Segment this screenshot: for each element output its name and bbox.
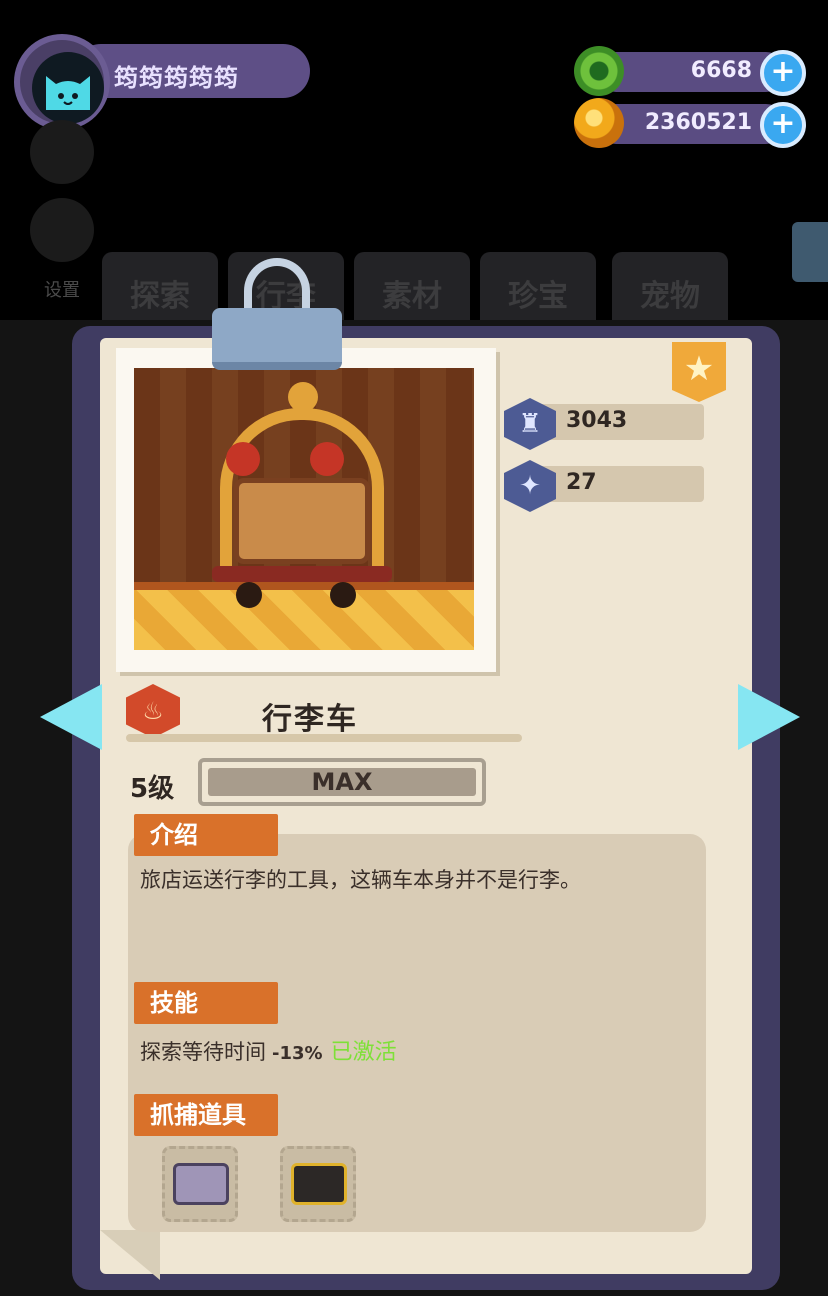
skill-text: 探索等待时间 xyxy=(140,1040,266,1064)
name-underline xyxy=(126,734,522,742)
intro-text: 旅店运送行李的工具，这辆车本身并不是行李。 xyxy=(140,868,581,892)
add-gold-button[interactable]: + xyxy=(760,102,806,148)
level-label: 5级 xyxy=(130,774,175,804)
cat-avatar-icon xyxy=(32,52,104,124)
suitcase-creature xyxy=(234,478,370,564)
intro-heading: 介绍 xyxy=(134,814,278,856)
skill-line: 探索等待时间 -13% 已激活 xyxy=(140,1034,397,1066)
avatar[interactable] xyxy=(14,34,110,130)
cart-wheel xyxy=(236,582,262,608)
gem-amount: 6668 xyxy=(690,58,752,83)
purple-box-icon xyxy=(173,1163,229,1205)
hotel-floor xyxy=(134,582,474,650)
player-profile[interactable]: 筠筠筠筠筠 xyxy=(14,34,310,130)
settings-label: 设置 xyxy=(44,280,80,301)
gem-currency: 6668 + xyxy=(574,46,806,96)
right-hand xyxy=(310,442,344,476)
skill-status: 已激活 xyxy=(330,1040,397,1065)
side-clip-icon[interactable] xyxy=(792,222,828,282)
gold-amount: 2360521 xyxy=(644,110,752,135)
add-gems-button[interactable]: + xyxy=(760,50,806,96)
green-donut-gem-icon xyxy=(574,46,624,96)
paper-clip-icon xyxy=(212,258,342,374)
capture-tool-slot[interactable] xyxy=(280,1146,356,1222)
cart-base xyxy=(212,566,392,582)
level-progress-bar: MAX xyxy=(198,758,486,806)
star-badge-icon: ★ xyxy=(672,342,726,402)
tools-heading: 抓捕道具 xyxy=(134,1094,278,1136)
player-name: 筠筠筠筠筠 xyxy=(114,64,239,92)
skill-stat: ✦ 27 xyxy=(504,460,704,512)
skill-bar xyxy=(532,466,704,502)
pet-photo-frame xyxy=(116,348,496,672)
side-circle-icon[interactable] xyxy=(30,120,94,184)
left-hand xyxy=(226,442,260,476)
skill-value: 27 xyxy=(566,470,597,495)
toolbox-icon xyxy=(291,1163,347,1205)
side-menu: 设置 xyxy=(30,120,100,302)
gold-planet-coin-icon xyxy=(574,98,624,148)
level-max-label: MAX xyxy=(311,768,373,796)
pet-name: 行李车 xyxy=(262,702,358,737)
power-value: 3043 xyxy=(566,408,628,433)
clip-plate xyxy=(212,308,342,370)
gear-icon[interactable] xyxy=(30,198,94,262)
luggage-cart-image xyxy=(134,368,474,650)
cart-wheel xyxy=(330,582,356,608)
gold-currency: 2360521 + xyxy=(574,98,806,148)
skill-percent: -13% xyxy=(272,1043,323,1064)
skill-heading: 技能 xyxy=(134,982,278,1024)
capture-tool-slot[interactable] xyxy=(162,1146,238,1222)
power-stat: ♜ 3043 xyxy=(504,398,704,450)
